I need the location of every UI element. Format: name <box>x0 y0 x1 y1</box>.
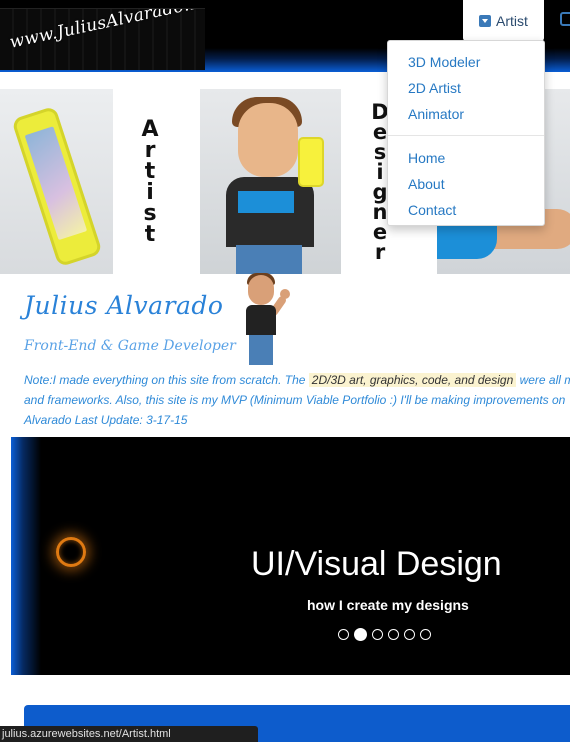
slide-caption: how I create my designs <box>307 597 469 613</box>
banner-phone-image <box>0 89 113 274</box>
site-logo[interactable]: www.JuliusAlvarado.info <box>0 8 205 70</box>
nav-artist-label: Artist <box>496 12 528 29</box>
artist-dropdown-menu: 3D Modeler 2D Artist Animator Home About… <box>387 40 545 226</box>
menu-item-2d-artist[interactable]: 2D Artist <box>388 75 544 101</box>
carousel-dot[interactable] <box>404 629 415 640</box>
carousel-indicators <box>338 628 431 641</box>
note-line1-end: were all m <box>516 373 570 387</box>
note-line1-text: Note:I made everything on this site from… <box>24 373 309 387</box>
caret-down-icon <box>479 14 492 27</box>
menu-item-home[interactable]: Home <box>388 145 544 171</box>
carousel-left-glow <box>11 437 41 675</box>
glowing-orb-graphic <box>56 537 86 567</box>
note-line2: and frameworks. Also, this site is my MV… <box>24 393 566 407</box>
nav-next-icon[interactable] <box>560 12 570 26</box>
note-highlight: 2D/3D art, graphics, code, and design <box>308 373 517 387</box>
portfolio-carousel[interactable]: UI/Visual Design how I create my designs <box>11 437 570 675</box>
carousel-dot[interactable] <box>372 629 383 640</box>
phone-illustration <box>11 105 103 268</box>
carousel-dot[interactable] <box>420 629 431 640</box>
menu-item-animator[interactable]: Animator <box>388 101 544 127</box>
site-note: Note:I made everything on this site from… <box>24 370 570 430</box>
logo-text: www.JuliusAlvarado.info <box>7 8 205 53</box>
slide-title: UI/Visual Design <box>251 545 502 583</box>
profile-name: Julius Alvarado <box>24 291 224 320</box>
profile-subtitle: Front-End & Game Developer <box>24 338 236 354</box>
menu-item-contact[interactable]: Contact <box>388 197 544 223</box>
carousel-dot[interactable] <box>354 628 367 641</box>
menu-item-3d-modeler[interactable]: 3D Modeler <box>388 49 544 75</box>
carousel-dot[interactable] <box>338 629 349 640</box>
banner-word-artist: Ar ti st <box>141 116 159 247</box>
banner-character-image <box>200 89 341 274</box>
status-bar-url: julius.azurewebsites.net/Artist.html <box>0 726 258 742</box>
menu-divider <box>388 135 544 136</box>
nav-artist-dropdown-toggle[interactable]: Artist <box>463 0 544 41</box>
avatar <box>236 273 294 367</box>
menu-item-about[interactable]: About <box>388 171 544 197</box>
note-line3: Alvarado Last Update: 3-17-15 <box>24 413 188 427</box>
carousel-dot[interactable] <box>388 629 399 640</box>
